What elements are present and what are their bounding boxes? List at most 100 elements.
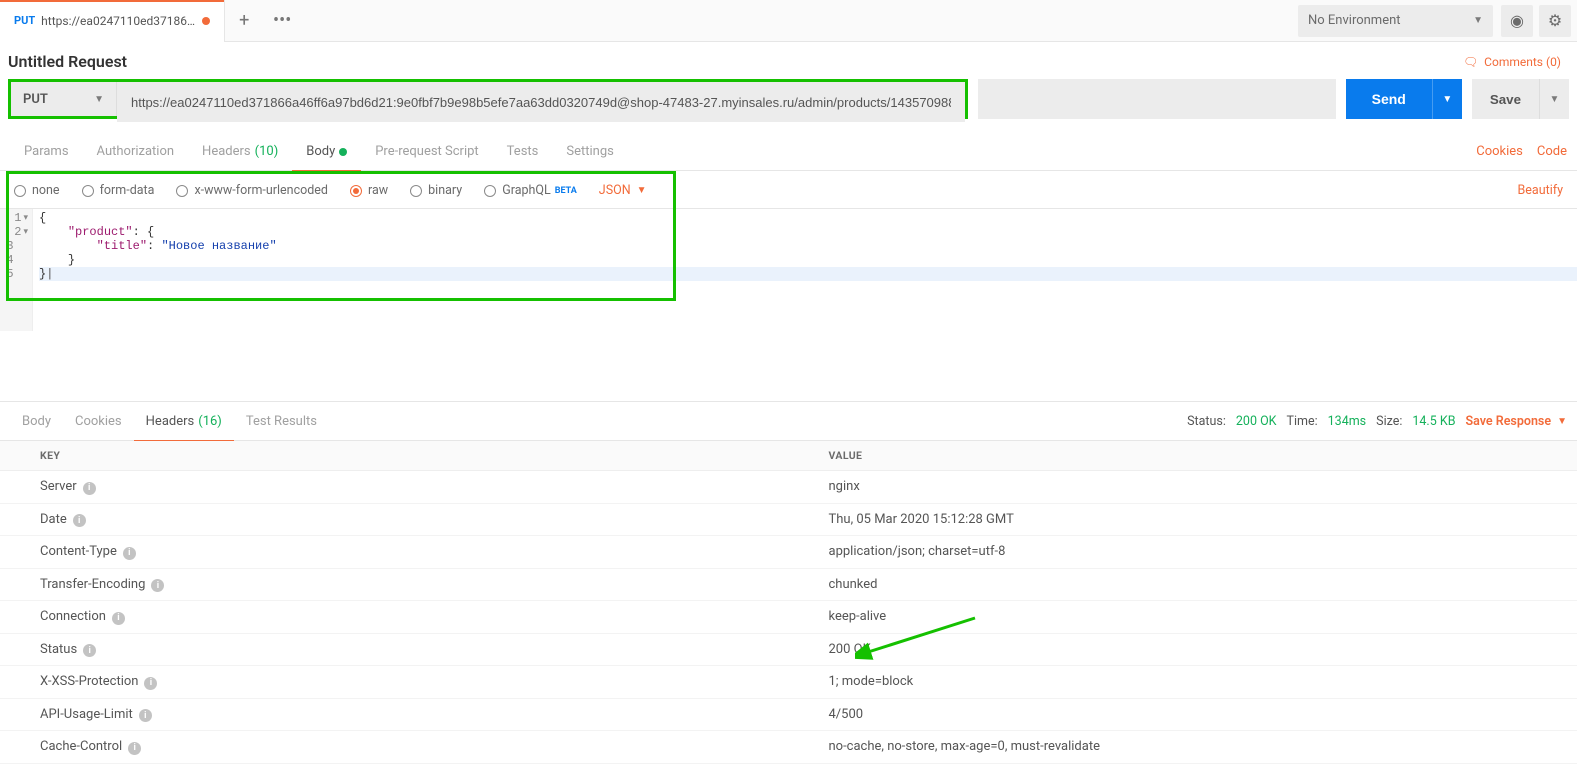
eye-icon: ◉ (1510, 11, 1524, 30)
comment-icon: 🗨 (1463, 55, 1478, 69)
tab-options-button[interactable]: ••• (263, 2, 301, 40)
tab-title: https://ea0247110ed371866a4... (41, 14, 196, 28)
environment-select[interactable]: No Environment ▼ (1298, 5, 1493, 37)
tab-method-badge: PUT (14, 14, 35, 27)
tab-bar: PUT https://ea0247110ed371866a4... + •••… (0, 0, 1577, 42)
send-button[interactable]: Send (1346, 79, 1432, 119)
save-button[interactable]: Save (1472, 79, 1539, 119)
resp-tab-body[interactable]: Body (10, 401, 63, 441)
line-gutter: 1 ▾ 2 ▾ 3 4 5 (0, 209, 33, 331)
radio-icon (176, 185, 188, 197)
radio-icon (14, 185, 26, 197)
header-key: Datei (0, 503, 789, 536)
send-options-button[interactable]: ▼ (1432, 79, 1462, 119)
size-value: 14.5 KB (1412, 414, 1455, 429)
beautify-button[interactable]: Beautify (1518, 183, 1564, 198)
url-input[interactable] (117, 82, 965, 122)
table-row: Statusi200 OK (0, 633, 1577, 666)
status-label: Status: (1187, 414, 1226, 429)
request-title-row: Untitled Request 🗨 Comments (0) (0, 42, 1577, 79)
info-icon[interactable]: i (128, 742, 141, 755)
body-type-urlencoded[interactable]: x-www-form-urlencoded (176, 183, 328, 198)
tab-params[interactable]: Params (10, 133, 83, 171)
resp-tab-cookies[interactable]: Cookies (63, 401, 134, 441)
table-row: DateiThu, 05 Mar 2020 15:12:28 GMT (0, 503, 1577, 536)
request-tab[interactable]: PUT https://ea0247110ed371866a4... (0, 0, 225, 42)
tab-tests[interactable]: Tests (493, 133, 553, 171)
send-button-group: Send ▼ (1346, 79, 1462, 119)
response-tabs: Body Cookies Headers (16) Test Results S… (0, 401, 1577, 441)
size-label: Size: (1376, 414, 1402, 429)
body-type-graphql[interactable]: GraphQLBETA (484, 183, 577, 198)
tab-body[interactable]: Body (292, 133, 361, 171)
header-key: Statusi (0, 633, 789, 666)
cookies-link[interactable]: Cookies (1476, 144, 1523, 159)
chevron-down-icon: ▼ (1550, 94, 1560, 105)
header-key: Transfer-Encodingi (0, 568, 789, 601)
response-meta: Status: 200 OK Time: 134ms Size: 14.5 KB… (1187, 414, 1567, 429)
header-value: 1; mode=block (789, 666, 1577, 699)
body-type-form-data[interactable]: form-data (82, 183, 155, 198)
code-area[interactable]: { "product": { "title": "Новое название"… (33, 209, 1577, 331)
chevron-down-icon: ▼ (1557, 416, 1567, 427)
table-row: Connectionikeep-alive (0, 601, 1577, 634)
beta-badge: BETA (555, 186, 577, 196)
url-input-extension[interactable] (978, 79, 1336, 119)
chevron-down-icon: ▼ (1442, 94, 1452, 105)
tab-authorization[interactable]: Authorization (83, 133, 189, 171)
headers-count: (10) (255, 144, 279, 159)
body-language-select[interactable]: JSON ▼ (599, 183, 647, 198)
fold-icon[interactable]: ▾ (23, 211, 28, 225)
header-key: Cache-Controli (0, 731, 789, 764)
resp-tab-test-results[interactable]: Test Results (234, 401, 329, 441)
environment-quicklook-button[interactable]: ◉ (1501, 5, 1533, 37)
table-row: Serveringinx (0, 471, 1577, 504)
radio-icon (350, 185, 362, 197)
col-value: VALUE (789, 441, 1577, 471)
body-type-none[interactable]: none (14, 183, 60, 198)
tab-headers[interactable]: Headers (10) (188, 133, 292, 171)
time-label: Time: (1287, 414, 1318, 429)
body-editor[interactable]: 1 ▾ 2 ▾ 3 4 5 { "product": { "title": "Н… (0, 209, 1577, 331)
new-tab-button[interactable]: + (225, 2, 263, 40)
request-name[interactable]: Untitled Request (8, 52, 127, 71)
table-row: X-XSS-Protectioni1; mode=block (0, 666, 1577, 699)
info-icon[interactable]: i (83, 482, 96, 495)
col-key: KEY (0, 441, 789, 471)
comments-button[interactable]: 🗨 Comments (0) (1463, 55, 1561, 69)
header-value: nginx (789, 471, 1577, 504)
info-icon[interactable]: i (83, 644, 96, 657)
body-panel: none form-data x-www-form-urlencoded raw… (0, 171, 1577, 331)
info-icon[interactable]: i (123, 547, 136, 560)
save-response-button[interactable]: Save Response ▼ (1465, 414, 1567, 429)
plus-icon: + (239, 10, 249, 31)
table-row: Transfer-Encodingichunked (0, 568, 1577, 601)
info-icon[interactable]: i (73, 514, 86, 527)
info-icon[interactable]: i (112, 612, 125, 625)
fold-icon[interactable]: ▾ (23, 225, 28, 239)
tab-settings[interactable]: Settings (552, 133, 627, 171)
info-icon[interactable]: i (151, 579, 164, 592)
tab-prerequest[interactable]: Pre-request Script (361, 133, 492, 171)
code-link[interactable]: Code (1537, 144, 1567, 159)
url-row: PUT ▼ Send ▼ Save ▼ (0, 79, 1577, 133)
body-indicator-icon (339, 148, 347, 156)
time-value: 134ms (1328, 414, 1367, 429)
header-value: 200 OK (789, 633, 1577, 666)
save-options-button[interactable]: ▼ (1539, 79, 1569, 119)
header-value: keep-alive (789, 601, 1577, 634)
radio-icon (410, 185, 422, 197)
body-type-raw[interactable]: raw (350, 183, 388, 198)
header-key: Serveri (0, 471, 789, 504)
http-method-select[interactable]: PUT ▼ (11, 82, 117, 116)
info-icon[interactable]: i (144, 677, 157, 690)
resp-headers-count: (16) (198, 414, 222, 429)
settings-button[interactable]: ⚙ (1539, 5, 1571, 37)
request-tabs: Params Authorization Headers (10) Body P… (0, 133, 1577, 171)
ellipsis-icon: ••• (273, 10, 291, 31)
gear-icon: ⚙ (1548, 11, 1562, 30)
resp-tab-headers[interactable]: Headers (16) (134, 401, 234, 441)
comments-label: Comments (0) (1484, 55, 1561, 69)
body-type-binary[interactable]: binary (410, 183, 462, 198)
info-icon[interactable]: i (139, 709, 152, 722)
